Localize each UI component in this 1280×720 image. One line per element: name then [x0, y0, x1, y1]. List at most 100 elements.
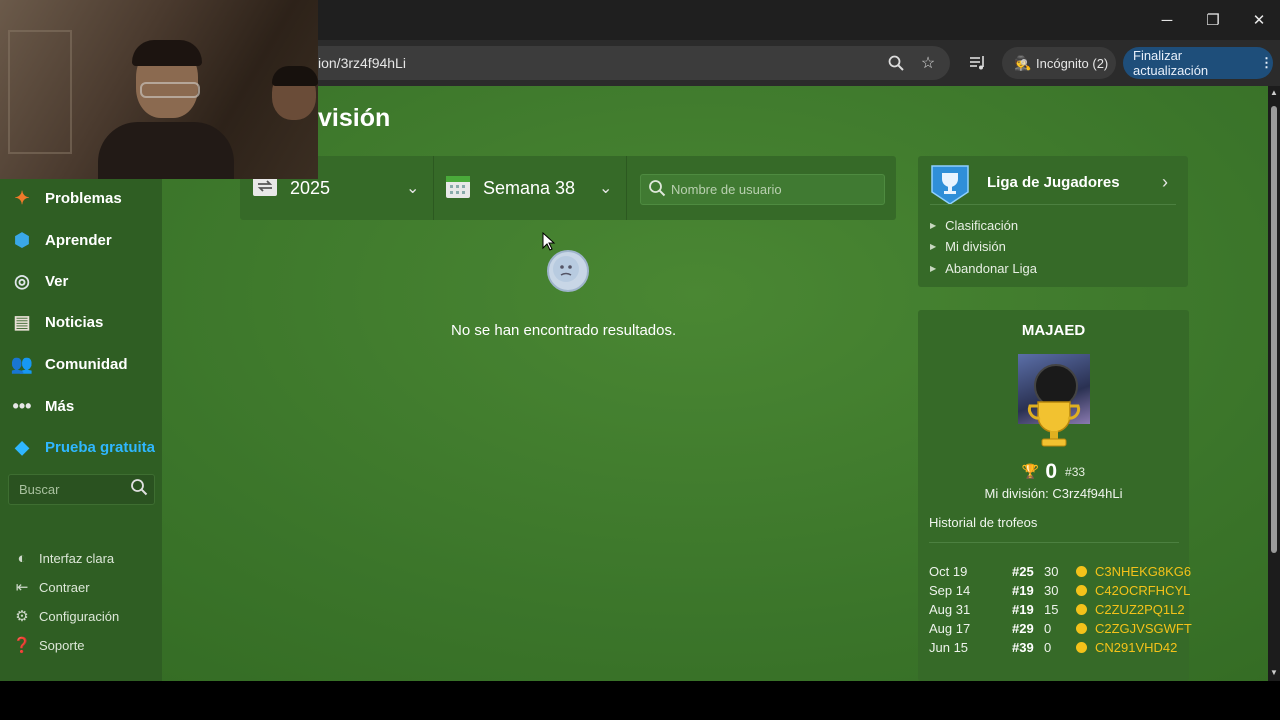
chevron-down-icon: ⌄	[406, 180, 420, 197]
league-link-abandonar[interactable]: ▶ Abandonar Liga	[930, 261, 1037, 276]
history-rank: #29	[1012, 621, 1034, 636]
username-search-input[interactable]: Nombre de usuario	[640, 174, 885, 205]
footer-label: Interfaz clara	[39, 550, 115, 566]
address-url[interactable]: ion/3rz4f94hLi	[318, 55, 406, 71]
page-scrollbar[interactable]: ▲ ▼	[1268, 86, 1280, 681]
sidebar-item-aprender[interactable]: ⬢ Aprender	[10, 226, 112, 254]
history-date: Aug 17	[929, 621, 971, 636]
update-label: Finalizar actualización	[1133, 48, 1209, 78]
history-division-link[interactable]: CN291VHD42	[1095, 640, 1177, 655]
sidebar-footer-contraer[interactable]: ⇤ Contraer	[12, 577, 90, 597]
collapse-icon: ⇤	[15, 579, 29, 596]
history-division-link[interactable]: C2ZGJVSGWFT	[1095, 621, 1192, 636]
scroll-up-icon[interactable]: ▲	[1270, 88, 1278, 97]
people-icon: 👥	[10, 353, 34, 374]
webcam-overlay	[0, 0, 318, 179]
sidebar-item-comunidad[interactable]: 👥 Comunidad	[10, 350, 128, 378]
search-icon[interactable]	[130, 478, 148, 501]
history-date: Sep 14	[929, 583, 971, 598]
profile-division[interactable]: Mi división: C3rz4f94hLi	[918, 486, 1189, 501]
incognito-label: Incógnito (2)	[1036, 55, 1109, 71]
gear-icon: ⚙	[15, 608, 29, 625]
sidebar-footer-configuracion[interactable]: ⚙ Configuración	[12, 606, 119, 626]
profile-rank: #33	[1065, 465, 1086, 479]
sidebar-item-label: Aprender	[45, 231, 112, 249]
history-trophies: 30	[1044, 564, 1059, 579]
scroll-down-icon[interactable]: ▼	[1270, 668, 1278, 677]
half-circle-icon: ◐	[17, 549, 27, 567]
sidebar-item-problemas[interactable]: ✦ Problemas	[10, 184, 122, 212]
division-dot-icon	[1076, 623, 1087, 634]
caret-right-icon: ▶	[930, 264, 937, 273]
league-panel: Liga de Jugadores › ▶ Clasificación ▶ Mi…	[918, 156, 1188, 287]
history-division-link[interactable]: C2ZUZ2PQ1L2	[1095, 602, 1185, 617]
webcam-background-shelf	[8, 30, 72, 154]
sidebar-item-ver[interactable]: ◎ Ver	[10, 267, 68, 295]
league-title[interactable]: Liga de Jugadores	[987, 174, 1120, 191]
minimize-button[interactable]: ─	[1144, 0, 1190, 40]
webcam-person-glasses	[140, 82, 200, 98]
webcam-second-person-hair	[272, 66, 318, 86]
close-window-button[interactable]: ✕	[1236, 0, 1280, 40]
trophy-icon: 🏆	[1021, 463, 1040, 479]
filter-bar: 2025 ⌄ Semana 38 ⌄ Nombre de usuario	[240, 156, 896, 220]
help-icon: ❓	[12, 637, 32, 654]
sidebar-item-label: Noticias	[45, 313, 104, 331]
sidebar-item-mas[interactable]: ••• Más	[10, 392, 75, 420]
history-division-link[interactable]: C3NHEKG8KG6	[1095, 564, 1191, 579]
finish-update-button[interactable]: Finalizar actualización ⋮	[1123, 47, 1273, 79]
sidebar-search-input[interactable]: Buscar	[8, 474, 155, 505]
scrollbar-thumb[interactable]	[1271, 106, 1277, 553]
history-trophies: 0	[1044, 640, 1052, 655]
caret-right-icon: ▶	[930, 221, 937, 230]
league-link-clasificacion[interactable]: ▶ Clasificación	[930, 218, 1018, 233]
chevron-down-icon: ⌄	[599, 180, 613, 197]
footer-label: Soporte	[39, 637, 85, 653]
sidebar-item-noticias[interactable]: ▤ Noticias	[10, 308, 103, 336]
history-trophies: 15	[1044, 602, 1059, 617]
incognito-profile-button[interactable]: 🕵 Incógnito (2)	[1002, 47, 1116, 79]
history-row: Jun 15 #39 0 CN291VHD42	[929, 640, 1184, 658]
page-title: visión	[318, 104, 391, 132]
zoom-icon[interactable]	[884, 52, 908, 74]
league-link-label: Mi división	[945, 239, 1006, 254]
history-row: Aug 17 #29 0 C2ZGJVSGWFT	[929, 621, 1192, 639]
sidebar-item-label: Comunidad	[45, 355, 128, 373]
filter-divider	[626, 156, 627, 220]
media-queue-icon[interactable]	[966, 52, 990, 74]
history-trophies: 30	[1044, 583, 1059, 598]
footer-label: Contraer	[39, 579, 90, 595]
calendar-icon	[445, 173, 471, 204]
week-value: Semana 38	[483, 177, 576, 198]
search-icon	[648, 179, 666, 202]
bookmark-star-icon[interactable]: ☆	[916, 52, 940, 74]
chevron-right-icon[interactable]: ›	[1162, 172, 1168, 193]
history-row: Sep 14 #19 30 C42OCRFHCYL	[929, 583, 1190, 601]
history-division-link[interactable]: C42OCRFHCYL	[1095, 583, 1190, 598]
webcam-person-hair	[132, 40, 202, 66]
sidebar-footer-interfaz-clara[interactable]: ◐ Interfaz clara	[12, 548, 114, 568]
filter-divider	[433, 156, 434, 220]
binoculars-icon: ◎	[14, 270, 30, 291]
league-link-label: Abandonar Liga	[945, 261, 1037, 276]
week-select[interactable]: Semana 38 ⌄	[445, 156, 625, 220]
sidebar-item-prueba-gratuita[interactable]: ◆ Prueba gratuita	[10, 433, 155, 461]
profile-username[interactable]: MAJAED	[918, 322, 1189, 339]
sidebar-item-label: Ver	[45, 272, 69, 290]
gold-cup-icon	[1024, 398, 1084, 450]
restore-button[interactable]: ❐	[1190, 0, 1236, 40]
division-dot-icon	[1076, 604, 1087, 615]
history-row: Oct 19 #25 30 C3NHEKG8KG6	[929, 564, 1191, 582]
league-link-mi-division[interactable]: ▶ Mi división	[930, 239, 1006, 254]
trophy-count: 0	[1045, 460, 1058, 483]
sidebar-item-label: Más	[45, 397, 75, 415]
history-date: Aug 31	[929, 602, 971, 617]
sidebar-item-label: Problemas	[45, 189, 122, 207]
history-divider	[929, 542, 1179, 543]
cube-icon: ⬢	[14, 229, 30, 250]
sidebar-footer-soporte[interactable]: ❓ Soporte	[12, 635, 85, 655]
webcam-person-body	[98, 122, 234, 179]
puzzle-icon: ✦	[14, 187, 30, 208]
menu-dots-icon[interactable]: ⋮	[1260, 55, 1273, 71]
league-link-label: Clasificación	[945, 218, 1019, 233]
